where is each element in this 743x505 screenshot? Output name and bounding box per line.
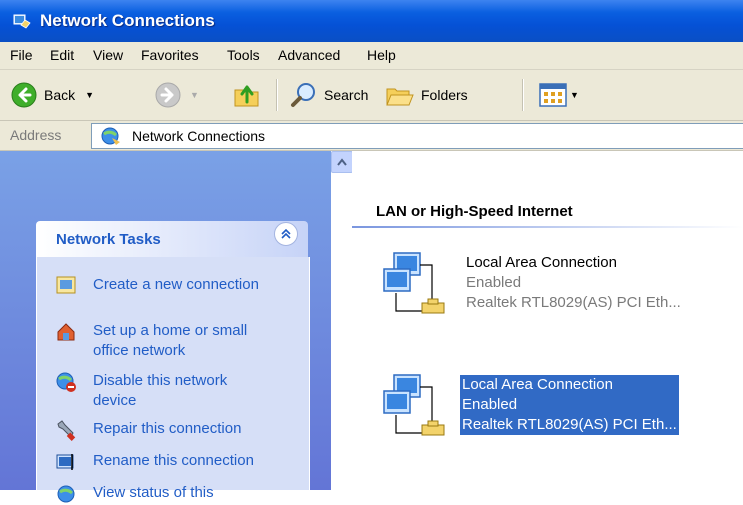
address-bar: Address Network Connections [0,121,743,151]
task-label: Set up a home or small office network [93,322,248,359]
menu-file[interactable]: File [10,47,33,63]
home-network-icon [57,323,75,341]
lan-connection-icon [383,374,445,436]
folders-icon [386,88,414,106]
network-connections-icon [13,14,31,29]
collapse-icon[interactable] [274,222,298,246]
views-icon [539,83,567,107]
back-dropdown-icon[interactable]: ▼ [85,90,94,100]
search-icon [291,83,315,107]
menu-edit[interactable]: Edit [50,47,74,63]
menu-tools[interactable]: Tools [227,47,260,63]
folders-button[interactable]: Folders [385,81,468,109]
views-dropdown-icon[interactable]: ▼ [570,90,579,100]
up-folder-button[interactable] [232,81,262,109]
search-button[interactable]: Search [290,81,368,109]
connection-item-selected[interactable]: Local Area Connection Enabled Realtek RT… [380,369,743,443]
back-label: Back [44,87,76,103]
disable-device-icon [56,372,76,392]
task-rename-connection[interactable]: Rename this connection [55,451,273,473]
views-button[interactable]: ▼ [538,81,579,109]
task-label: Create a new connection [93,276,259,293]
back-button[interactable]: Back ▼ [10,81,94,109]
status-icon [57,485,75,503]
network-tasks-title: Network Tasks [56,231,161,248]
address-label: Address [10,127,62,143]
task-label: View status of this [93,484,214,501]
scroll-up-button[interactable] [331,151,353,173]
toolbar-separator [276,79,278,111]
connections-pane: LAN or High-Speed Internet Local Area Co… [352,151,743,490]
window-title: Network Connections [40,11,215,30]
task-home-network[interactable]: Set up a home or small office network [55,321,273,361]
task-disable-device[interactable]: Disable this network device [55,371,273,411]
task-pane: Network Tasks Create a new connection Se… [0,151,331,503]
folders-label: Folders [421,87,468,103]
network-connections-icon [101,127,120,145]
network-tasks-body: Create a new connection Set up a home or… [36,257,310,503]
up-folder-icon [234,85,259,107]
forward-dropdown-icon[interactable]: ▼ [190,90,199,100]
connection-name: Local Area Connection [466,254,617,271]
menu-bar: File Edit View Favorites Tools Advanced … [0,42,743,70]
task-repair-connection[interactable]: Repair this connection [55,419,273,441]
toolbar: Back ▼ ▼ Search Folders ▼ [0,70,743,121]
rename-icon [56,454,74,470]
title-bar: Network Connections [0,0,743,42]
connection-details: Local Area Connection Enabled Realtek RT… [460,375,679,435]
task-create-connection[interactable]: Create a new connection [55,275,273,297]
forward-button[interactable]: ▼ [154,81,199,109]
address-field[interactable]: Network Connections [91,123,743,149]
connection-details: Local Area Connection Enabled Realtek RT… [466,253,681,313]
repair-icon [57,420,76,441]
connection-status: Enabled [462,396,518,413]
back-arrow-icon [11,82,37,108]
address-value: Network Connections [132,128,266,144]
menu-advanced[interactable]: Advanced [278,47,340,63]
lan-connection-icon [383,252,445,314]
task-label: Rename this connection [93,452,254,469]
connection-status: Enabled [466,274,522,291]
group-header: LAN or High-Speed Internet [376,203,573,220]
toolbar-separator [522,79,524,111]
task-label: Disable this network device [93,372,228,409]
menu-help[interactable]: Help [367,47,396,63]
menu-view[interactable]: View [93,47,123,63]
task-view-status[interactable]: View status of this [55,483,273,505]
task-label: Repair this connection [93,420,242,437]
forward-arrow-icon [155,82,181,108]
search-label: Search [324,87,369,103]
new-connection-icon [56,276,76,294]
connection-item[interactable]: Local Area Connection Enabled Realtek RT… [380,247,743,321]
chevron-up-icon [337,158,347,166]
group-divider [352,226,743,228]
connection-device: Realtek RTL8029(AS) PCI Eth... [462,416,677,433]
connection-device: Realtek RTL8029(AS) PCI Eth... [466,294,681,311]
connection-name: Local Area Connection [462,376,613,393]
menu-favorites[interactable]: Favorites [141,47,199,63]
